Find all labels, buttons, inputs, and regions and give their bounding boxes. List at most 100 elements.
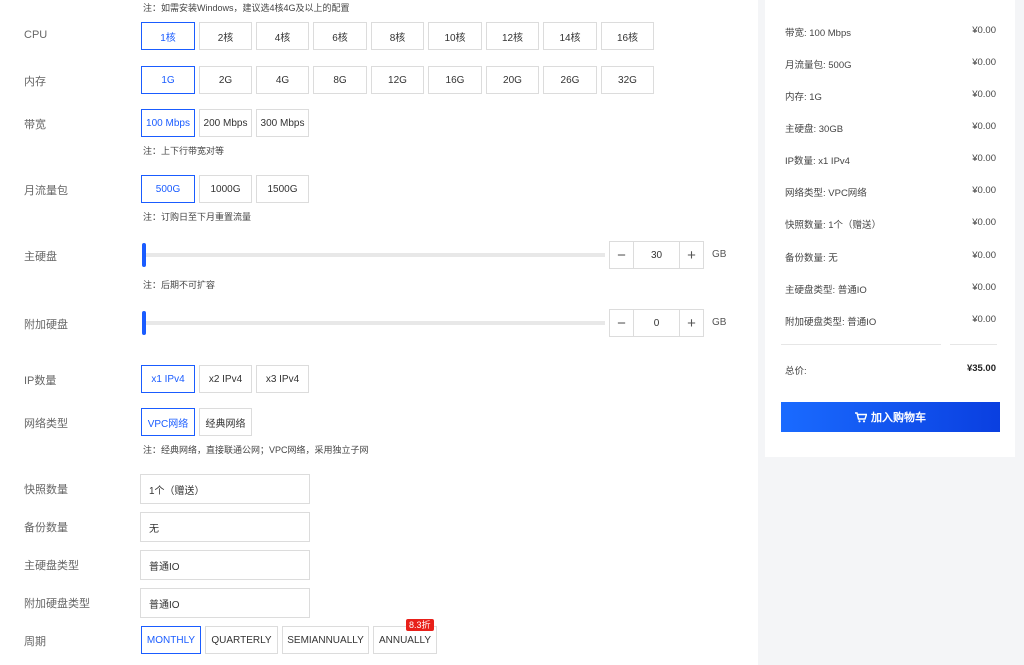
summary-item-label: 内存: 1G	[785, 92, 822, 103]
snapshot-field: 1个（赠送）	[140, 474, 310, 504]
memory-option[interactable]: 20G	[486, 66, 539, 94]
cart-icon	[855, 411, 867, 422]
main-disk-slider-track[interactable]	[145, 253, 605, 257]
label-bandwidth: 带宽	[24, 119, 46, 131]
main-disk-value[interactable]: 30	[633, 242, 680, 268]
cpu-option[interactable]: 12核	[486, 22, 539, 50]
extra-disk-value[interactable]: 0	[633, 310, 680, 336]
period-option[interactable]: QUARTERLY	[205, 626, 278, 654]
summary-item-label: 主硬盘类型: 普通IO	[785, 285, 867, 296]
memory-option[interactable]: 2G	[199, 66, 252, 94]
label-main-disk: 主硬盘	[24, 251, 57, 263]
summary-row: 带宽: 100 Mbps ¥0.00	[785, 25, 996, 39]
total-value: ¥35.00	[966, 363, 996, 374]
ip-option[interactable]: x1 IPv4	[141, 365, 195, 393]
summary-row: 网络类型: VPC网络 ¥0.00	[785, 185, 996, 199]
summary-row: 附加硬盘类型: 普通IO ¥0.00	[785, 314, 996, 328]
memory-option[interactable]: 16G	[428, 66, 482, 94]
cpu-option[interactable]: 8核	[371, 22, 424, 50]
label-extra-disk: 附加硬盘	[24, 319, 68, 331]
memory-option[interactable]: 12G	[371, 66, 424, 94]
extra-disk-slider-handle[interactable]	[142, 311, 146, 335]
label-traffic: 月流量包	[24, 185, 68, 197]
cpu-option[interactable]: 1核	[141, 22, 195, 50]
summary-divider	[781, 344, 941, 345]
label-extra-disk-type: 附加硬盘类型	[24, 598, 90, 610]
ip-option[interactable]: x3 IPv4	[256, 365, 309, 393]
bandwidth-note: 注：上下行带宽对等	[143, 146, 225, 156]
label-cpu: CPU	[24, 29, 48, 41]
discount-badge: 8.3折	[406, 619, 434, 631]
summary-item-label: IP数量: x1 IPv4	[785, 156, 850, 167]
network-note: 注：经典网络，直接联通公网；VPC网络，采用独立子网	[143, 445, 369, 455]
summary-row: 快照数量: 1个（赠送） ¥0.00	[785, 217, 996, 231]
label-backup: 备份数量	[24, 522, 68, 534]
summary-item-label: 快照数量: 1个（赠送）	[785, 220, 882, 231]
summary-item-label: 带宽: 100 Mbps	[785, 28, 851, 39]
summary-row: IP数量: x1 IPv4 ¥0.00	[785, 153, 996, 167]
label-main-disk-type: 主硬盘类型	[24, 560, 79, 572]
summary-item-price: ¥0.00	[972, 121, 996, 132]
cpu-option[interactable]: 16核	[601, 22, 654, 50]
summary-item-price: ¥0.00	[972, 153, 996, 164]
add-to-cart-label: 加入购物车	[871, 412, 926, 424]
main-disk-type-field: 普通IO	[140, 550, 310, 580]
summary-item-price: ¥0.00	[972, 282, 996, 293]
cpu-option[interactable]: 6核	[313, 22, 367, 50]
cpu-option[interactable]: 10核	[428, 22, 482, 50]
memory-option[interactable]: 1G	[141, 66, 195, 94]
extra-disk-stepper: − 0 +	[609, 309, 704, 337]
main-disk-increment-button[interactable]: +	[680, 242, 703, 268]
traffic-option[interactable]: 1500G	[256, 175, 309, 203]
traffic-option[interactable]: 1000G	[199, 175, 252, 203]
bandwidth-option[interactable]: 300 Mbps	[256, 109, 309, 137]
memory-option[interactable]: 4G	[256, 66, 309, 94]
cpu-option[interactable]: 2核	[199, 22, 252, 50]
network-option[interactable]: 经典网络	[199, 408, 252, 436]
label-snapshot: 快照数量	[24, 484, 68, 496]
extra-disk-increment-button[interactable]: +	[680, 310, 703, 336]
label-ip: IP数量	[24, 375, 57, 387]
main-disk-stepper: − 30 +	[609, 241, 704, 269]
memory-option[interactable]: 26G	[543, 66, 597, 94]
summary-item-price: ¥0.00	[972, 57, 996, 68]
summary-item-price: ¥0.00	[972, 217, 996, 228]
summary-item-price: ¥0.00	[972, 250, 996, 261]
summary-row: 主硬盘: 30GB ¥0.00	[785, 121, 996, 135]
main-disk-unit: GB	[712, 249, 727, 260]
cpu-option[interactable]: 14核	[543, 22, 597, 50]
label-network: 网络类型	[24, 418, 68, 430]
summary-item-price: ¥0.00	[972, 314, 996, 325]
summary-item-label: 备份数量: 无	[785, 253, 838, 264]
cpu-option[interactable]: 4核	[256, 22, 309, 50]
ip-option[interactable]: x2 IPv4	[199, 365, 252, 393]
memory-option[interactable]: 32G	[601, 66, 654, 94]
extra-disk-decrement-button[interactable]: −	[610, 310, 633, 336]
add-to-cart-button[interactable]: 加入购物车	[781, 402, 1000, 432]
backup-field: 无	[140, 512, 310, 542]
bandwidth-option[interactable]: 100 Mbps	[141, 109, 195, 137]
period-option[interactable]: MONTHLY	[141, 626, 201, 654]
traffic-option[interactable]: 500G	[141, 175, 195, 203]
summary-row: 月流量包: 500G ¥0.00	[785, 57, 996, 71]
main-disk-decrement-button[interactable]: −	[610, 242, 633, 268]
network-option[interactable]: VPC网络	[141, 408, 195, 436]
summary-item-label: 附加硬盘类型: 普通IO	[785, 317, 877, 328]
summary-divider	[950, 344, 997, 345]
summary-item-label: 网络类型: VPC网络	[785, 188, 867, 199]
main-disk-slider-handle[interactable]	[142, 243, 146, 267]
extra-disk-unit: GB	[712, 317, 727, 328]
extra-disk-slider-track[interactable]	[145, 321, 605, 325]
period-option[interactable]: SEMIANNUALLY	[282, 626, 369, 654]
disk-note: 注：后期不可扩容	[143, 280, 216, 290]
memory-option[interactable]: 8G	[313, 66, 367, 94]
summary-item-price: ¥0.00	[972, 89, 996, 100]
traffic-note: 注：订购日至下月重置流量	[143, 212, 252, 222]
windows-note: 注：如需安装Windows，建议选4核4G及以上的配置	[143, 3, 350, 13]
summary-total-row: 总价: ¥35.00	[785, 363, 996, 377]
label-memory: 内存	[24, 76, 46, 88]
bandwidth-option[interactable]: 200 Mbps	[199, 109, 252, 137]
label-period: 周期	[24, 636, 46, 648]
summary-row: 备份数量: 无 ¥0.00	[785, 250, 996, 264]
summary-item-label: 主硬盘: 30GB	[785, 124, 844, 135]
